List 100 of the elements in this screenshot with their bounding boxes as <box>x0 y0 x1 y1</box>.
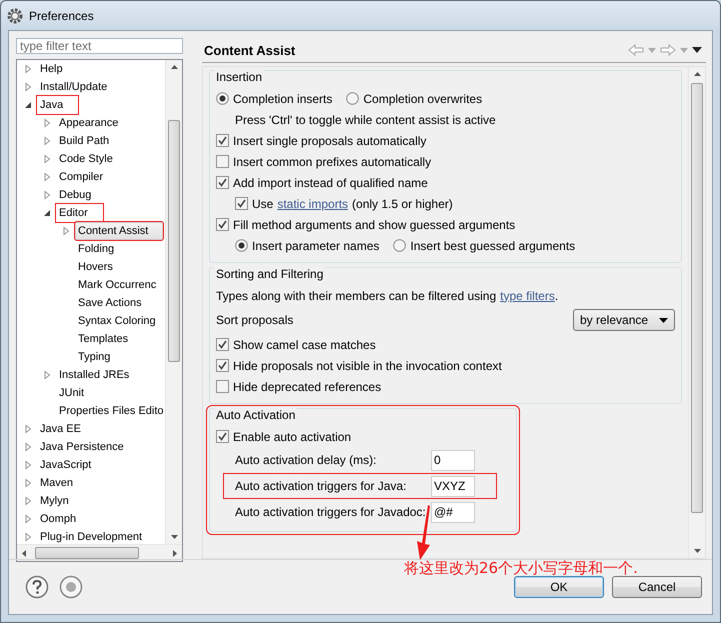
forward-arrow-icon[interactable] <box>660 44 676 56</box>
input-field[interactable]: 0 <box>431 450 475 470</box>
radio-label[interactable]: Insert best guessed arguments <box>410 238 576 252</box>
tree-item[interactable]: Installed JREs <box>56 366 132 384</box>
checkbox[interactable] <box>216 380 229 393</box>
checkbox[interactable] <box>235 197 248 210</box>
record-icon[interactable] <box>59 575 83 599</box>
tree-item[interactable]: Java EE <box>37 420 84 438</box>
checkbox-label[interactable]: Add import instead of qualified name <box>233 176 428 190</box>
tree-item[interactable]: Oomph <box>37 510 80 528</box>
collapsed-arrow-icon[interactable] <box>23 532 33 542</box>
tree-item[interactable]: Appearance <box>56 114 122 132</box>
dropdown-arrow-icon[interactable] <box>648 48 656 52</box>
hint-text: Press 'Ctrl' to toggle while content assist is active <box>235 112 496 126</box>
tree-item[interactable]: Java <box>37 96 78 114</box>
gear-icon <box>7 8 23 24</box>
checkbox[interactable] <box>216 218 229 231</box>
type-filters-link[interactable]: type filters <box>500 288 555 302</box>
field-label: Auto activation triggers for Javadoc: <box>235 505 427 519</box>
collapsed-arrow-icon[interactable] <box>61 226 71 236</box>
checkbox-label[interactable]: Hide deprecated references <box>233 380 382 394</box>
vertical-scrollbar[interactable] <box>688 67 705 558</box>
expanded-arrow-icon[interactable] <box>23 100 33 110</box>
input-field[interactable]: VXYZ <box>431 476 475 496</box>
input-field[interactable]: @# <box>431 502 475 522</box>
page-title: Content Assist <box>204 42 296 58</box>
radio-button[interactable] <box>393 239 406 252</box>
checkbox[interactable] <box>216 155 229 168</box>
collapsed-arrow-icon[interactable] <box>23 424 33 434</box>
collapsed-arrow-icon[interactable] <box>23 82 33 92</box>
tree-item[interactable]: Editor <box>56 204 103 222</box>
window-title: Preferences <box>29 8 94 22</box>
tree-item[interactable]: Maven <box>37 474 76 492</box>
collapsed-arrow-icon[interactable] <box>42 154 52 164</box>
collapsed-arrow-icon[interactable] <box>42 370 52 380</box>
tree-item[interactable]: JavaScript <box>37 456 94 474</box>
filter-field[interactable]: type filter text <box>16 38 183 54</box>
sort-dropdown[interactable]: by relevance <box>573 309 675 331</box>
checkbox[interactable] <box>216 430 229 443</box>
tree-item[interactable]: Install/Update <box>37 78 110 96</box>
radio-button[interactable] <box>235 239 248 252</box>
ok-button[interactable]: OK <box>514 576 604 598</box>
collapsed-arrow-icon[interactable] <box>23 460 33 470</box>
checkbox[interactable] <box>216 359 229 372</box>
radio-button[interactable] <box>216 92 229 105</box>
tree-item[interactable]: Code Style <box>56 150 116 168</box>
checkbox-label[interactable]: Show camel case matches <box>233 338 376 352</box>
tree-item[interactable]: Mylyn <box>37 492 72 510</box>
dropdown-arrow-icon <box>659 318 668 322</box>
checkbox-label[interactable]: Use <box>252 196 274 210</box>
radio-button[interactable] <box>346 92 360 105</box>
view-menu-icon[interactable] <box>692 47 702 53</box>
cancel-button[interactable]: Cancel <box>612 576 702 598</box>
tree-item[interactable]: Mark Occurrenc <box>75 276 160 294</box>
checkbox-label[interactable]: Fill method arguments and show guessed arguments <box>233 218 516 232</box>
expanded-arrow-icon[interactable] <box>42 208 52 218</box>
collapsed-arrow-icon[interactable] <box>23 496 33 506</box>
tree-item[interactable]: Typing <box>75 348 114 366</box>
checkbox-label[interactable]: Insert single proposals automatically <box>233 134 426 148</box>
tree-item[interactable]: Syntax Coloring <box>75 312 159 330</box>
collapsed-arrow-icon[interactable] <box>42 190 52 200</box>
back-arrow-icon[interactable] <box>628 44 644 56</box>
horizontal-scrollbar[interactable] <box>17 544 182 561</box>
collapsed-arrow-icon[interactable] <box>23 442 33 452</box>
tree-item[interactable]: Debug <box>56 186 94 204</box>
collapsed-arrow-icon[interactable] <box>23 514 33 524</box>
vertical-scrollbar[interactable] <box>165 60 182 544</box>
checkbox[interactable] <box>216 338 229 351</box>
collapsed-arrow-icon[interactable] <box>42 136 52 146</box>
tree-item[interactable]: Build Path <box>56 132 112 150</box>
checkbox-label[interactable]: Enable auto activation <box>233 430 352 444</box>
collapsed-arrow-icon[interactable] <box>23 478 33 488</box>
checkbox-label-suffix: (only 1.5 or higher) <box>352 196 453 210</box>
period-text: . <box>554 288 558 302</box>
tree-item[interactable]: Content Assist <box>75 222 164 240</box>
tree-item[interactable]: Save Actions <box>75 294 145 312</box>
tree-item[interactable]: Plug-in Development <box>37 528 146 544</box>
radio-label[interactable]: Completion overwrites <box>363 92 482 106</box>
tree-item[interactable]: Templates <box>75 330 132 348</box>
tree-item[interactable]: Help <box>37 60 66 78</box>
group-title: Insertion <box>214 70 264 84</box>
static-imports-link[interactable]: static imports <box>277 196 348 210</box>
collapsed-arrow-icon[interactable] <box>23 64 33 74</box>
radio-label[interactable]: Insert parameter names <box>252 238 380 252</box>
field-label: Auto activation delay (ms): <box>235 453 378 467</box>
tree-item[interactable]: Compiler <box>56 168 106 186</box>
tree-item[interactable]: Properties Files Edito <box>56 402 165 420</box>
tree-item[interactable]: Java Persistence <box>37 438 127 456</box>
help-icon[interactable] <box>25 575 49 599</box>
tree-item[interactable]: Hovers <box>75 258 116 276</box>
collapsed-arrow-icon[interactable] <box>42 172 52 182</box>
tree-item[interactable]: Folding <box>75 240 118 258</box>
checkbox[interactable] <box>216 134 229 147</box>
checkbox-label[interactable]: Insert common prefixes automatically <box>233 154 432 168</box>
dropdown-arrow-icon[interactable] <box>680 48 688 52</box>
collapsed-arrow-icon[interactable] <box>42 118 52 128</box>
tree-item[interactable]: JUnit <box>56 384 88 402</box>
radio-label[interactable]: Completion inserts <box>233 92 332 106</box>
checkbox[interactable] <box>216 176 229 189</box>
checkbox-label[interactable]: Hide proposals not visible in the invocation context <box>233 358 502 372</box>
